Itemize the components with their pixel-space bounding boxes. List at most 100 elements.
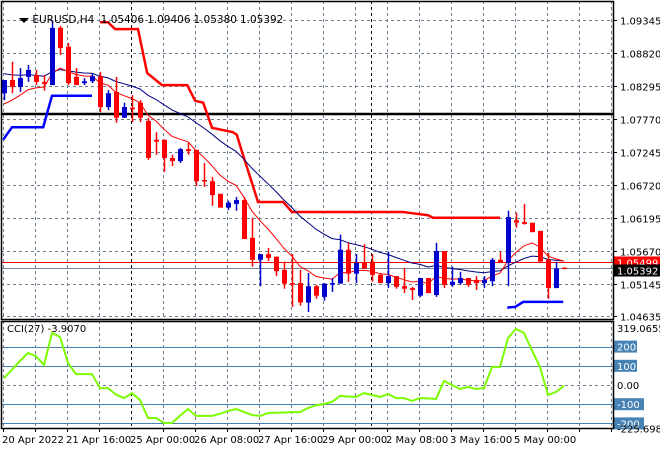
candle-body [122, 107, 127, 118]
candle-body [106, 93, 111, 108]
time-axis-label: 27 Apr 16:00 [258, 435, 323, 446]
bullish-candle [554, 261, 559, 289]
candle-body [474, 279, 479, 284]
bearish-candle [210, 176, 215, 206]
time-axis-label: 29 Apr 00:00 [322, 435, 387, 446]
candle-body [2, 80, 7, 94]
price-axis-label: 1.08820 [620, 50, 660, 61]
bearish-candle [538, 230, 543, 262]
chart-menu-triangle-icon[interactable] [19, 17, 30, 23]
bearish-candle [114, 76, 119, 123]
bearish-candle [394, 276, 399, 289]
time-axis-label: 20 Apr 2022 [2, 435, 64, 446]
low-value: 1.05380 [193, 14, 237, 26]
candle-body [290, 283, 295, 285]
candle-body [354, 262, 359, 274]
candle-body [146, 120, 151, 158]
candle-body [26, 69, 31, 77]
bullish-candle [490, 257, 495, 287]
bearish-candle [218, 193, 223, 208]
slow-moving-average-line [3, 69, 565, 274]
candle-body [370, 261, 375, 275]
bearish-candle [562, 267, 567, 270]
bullish-candle [322, 283, 327, 301]
bullish-candle [306, 273, 311, 312]
time-axis-label: 2 May 08:00 [386, 435, 448, 446]
bearish-candle [66, 42, 71, 86]
candle-body [74, 76, 79, 86]
price-axis-label: 1.04635 [620, 313, 660, 324]
bearish-candle [250, 217, 255, 267]
lower-channel-line [2, 94, 92, 141]
bearish-candle [530, 222, 535, 233]
candle-body [18, 78, 23, 87]
candle-body [482, 279, 487, 284]
bearish-candle [170, 154, 175, 167]
candle-body [170, 157, 175, 162]
candle-body [306, 286, 311, 303]
cci-axis-label: -225.6982 [617, 424, 660, 435]
candle-body [394, 276, 399, 287]
candle-body [562, 267, 567, 270]
bullish-candle [82, 78, 87, 86]
candle-body [210, 181, 215, 196]
candle-body [154, 139, 159, 142]
candle-body [490, 259, 495, 282]
price-chart[interactable]: 1.09345 1.08820 1.08295 1.07770 1.07245 1.067… [0, 0, 660, 450]
bearish-candle [10, 61, 15, 94]
candle-body [282, 269, 287, 284]
bearish-candle [314, 284, 319, 299]
candle-body [178, 149, 183, 162]
candle-body [242, 200, 247, 240]
price-axis-label: 1.06195 [620, 215, 660, 226]
bullish-candle [234, 196, 239, 211]
candle-body [194, 149, 199, 182]
bearish-candle [298, 269, 303, 306]
bearish-candle [146, 117, 151, 160]
bullish-candle [26, 64, 31, 82]
candle-body [186, 149, 191, 152]
time-axis-label: 3 May 16:00 [450, 435, 512, 446]
candle-body [218, 193, 223, 208]
candle-body [266, 254, 271, 258]
high-value: 1.09406 [147, 14, 191, 26]
bullish-candle [458, 271, 463, 285]
candle-body [162, 139, 167, 158]
candle-body [98, 76, 103, 108]
candle-body [418, 278, 423, 296]
candle-body [66, 46, 71, 84]
symbol-label: EURUSD,H4 [32, 14, 95, 26]
time-axis-label: 25 Apr 00:00 [130, 435, 195, 446]
bearish-candle [474, 276, 479, 290]
candle-body [434, 251, 439, 295]
candle-body [314, 286, 319, 296]
candle-body [274, 256, 279, 272]
bearish-candle [130, 95, 135, 123]
chart-header: EURUSD,H4 1.05406 1.09406 1.05380 1.05392 [6, 2, 286, 38]
candle-body [530, 222, 535, 233]
cci-axis-label: 319.0655 [617, 324, 660, 335]
bullish-candle [338, 234, 343, 284]
bearish-candle [202, 163, 207, 187]
bullish-candle [506, 210, 511, 287]
open-value: 1.05406 [100, 14, 145, 26]
time-axis-label: 26 Apr 08:00 [194, 435, 259, 446]
bearish-candle [42, 75, 47, 91]
candle-body [138, 102, 143, 118]
price-axis-label: 1.06720 [620, 182, 660, 193]
chart-window[interactable]: 1.09345 1.08820 1.08295 1.07770 1.07245 1.067… [0, 0, 660, 450]
bearish-candle [274, 256, 279, 277]
bearish-candle [370, 254, 375, 282]
candle-body [90, 76, 95, 82]
candle-body [546, 259, 551, 289]
bearish-candle [282, 261, 287, 289]
main-panel-frame [0, 0, 615, 321]
bearish-candle [242, 196, 247, 240]
candle-body [42, 81, 47, 84]
close-value: 1.05392 [239, 14, 284, 26]
bullish-candle [226, 200, 231, 211]
candle-body [442, 251, 447, 285]
candle-body [498, 259, 503, 263]
candle-body [82, 81, 87, 84]
cci-axis-label: -100 [617, 400, 640, 411]
